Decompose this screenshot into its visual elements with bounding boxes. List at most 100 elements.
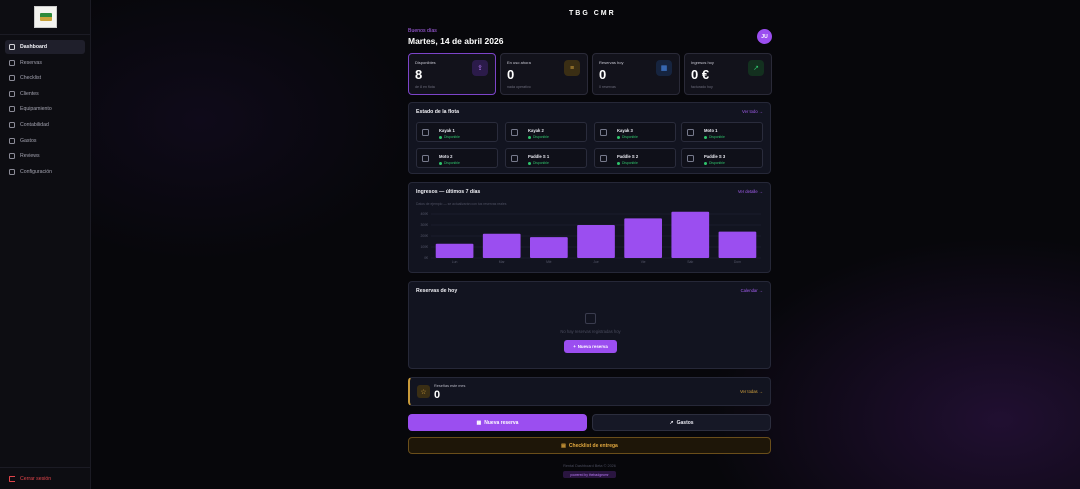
bar[interactable] — [482, 233, 521, 258]
kayak-icon — [511, 129, 518, 136]
logout-button[interactable]: Cerrar sesión — [9, 476, 51, 482]
clipboard-icon — [9, 75, 15, 82]
list-icon: ≡ — [564, 60, 580, 76]
fleet-name: Kayak 1 — [439, 128, 455, 133]
stat-sub: 0 reservas — [599, 85, 616, 89]
reviews-card: ☆ Reseñas este mes 0 Ver todas → — [408, 377, 771, 406]
bar[interactable] — [577, 225, 615, 258]
status-dot — [439, 161, 442, 165]
status-label: Disponible — [444, 161, 460, 165]
expenses-button[interactable]: ↗ Gastos — [592, 414, 771, 431]
reviews-count: 0 — [434, 389, 441, 401]
calendar-link[interactable]: Calendar → — [741, 288, 763, 293]
stat-sub: nada operativo — [507, 85, 531, 89]
bar[interactable] — [624, 218, 662, 258]
stat-card-available[interactable]: Disponibles 8 de 8 en flota ⇪ — [408, 53, 496, 95]
y-tick-label: 0€ — [424, 256, 428, 260]
bar[interactable] — [530, 237, 568, 258]
bar[interactable] — [435, 243, 474, 258]
income-chart-card: Ingresos — últimos 7 días Ver detalle → … — [408, 182, 771, 273]
card-title: Reservas de hoy — [416, 288, 458, 294]
reviews-view-all-link[interactable]: Ver todas → — [740, 389, 763, 394]
paddle-icon — [687, 155, 694, 162]
fleet-item[interactable]: Moto 2 Disponible — [416, 148, 498, 168]
button-label: Gastos — [676, 419, 694, 426]
bar[interactable] — [718, 231, 757, 258]
powered-by-badge[interactable]: powered by thebadgecmr — [563, 471, 616, 478]
empty-state-text: No hay reservas registradas hoy — [560, 329, 621, 334]
kayak-icon — [600, 129, 607, 136]
reviews-label: Reseñas este mes — [434, 384, 466, 388]
sidebar-item-label: Checklist — [20, 75, 42, 82]
sidebar-item-contabilidad[interactable]: Contabilidad — [5, 118, 85, 132]
status-dot — [617, 161, 620, 165]
stat-label: Ingresos hoy — [691, 60, 714, 65]
new-reservation-primary-button[interactable]: ▦ Nueva reserva — [408, 414, 587, 431]
button-label: Nueva reserva — [484, 419, 519, 426]
users-icon — [9, 90, 15, 97]
delivery-checklist-button[interactable]: ▤ Checklist de entrega — [408, 437, 771, 454]
fleet-item[interactable]: Kayak 1 Disponible — [416, 122, 498, 142]
fleet-item[interactable]: Paddle S 1 Disponible — [505, 148, 587, 168]
stat-label: En uso ahora — [507, 60, 531, 65]
x-tick-label: Sáb — [687, 260, 693, 264]
stat-card-bookings-today[interactable]: Reservas hoy 0 0 reservas ▦ — [592, 53, 680, 95]
new-reservation-button[interactable]: + Nueva reserva — [564, 340, 617, 353]
x-tick-label: Dom — [734, 260, 741, 264]
plus-icon: + — [573, 344, 576, 349]
trend-icon: ↗ — [669, 419, 674, 426]
sidebar-item-dashboard[interactable]: Dashboard — [5, 40, 85, 54]
divider — [0, 467, 91, 468]
sidebar-item-label: Clientes — [20, 90, 39, 97]
status-dot — [704, 135, 707, 139]
fleet-view-all-link[interactable]: Ver todo → — [742, 109, 763, 114]
greeting: Buenos días — [408, 28, 437, 34]
fleet-status: Disponible — [528, 161, 549, 165]
calendar-icon: ▦ — [476, 419, 482, 426]
sidebar-item-label: Gastos — [20, 137, 37, 144]
stat-card-income-today[interactable]: Ingresos hoy 0 € facturado hoy ↗ — [684, 53, 772, 95]
fleet-name: Moto 1 — [704, 128, 718, 133]
stat-card-in-use[interactable]: En uso ahora 0 nada operativo ≡ — [500, 53, 588, 95]
fleet-status: Disponible — [617, 161, 638, 165]
sidebar-item-label: Configuración — [20, 168, 53, 175]
clipboard-icon: ▤ — [561, 442, 566, 449]
fleet-item[interactable]: Paddle S 2 Disponible — [594, 148, 676, 168]
fleet-name: Paddle S 1 — [528, 154, 550, 159]
x-tick-label: Vie — [641, 260, 646, 264]
sidebar-item-checklist[interactable]: Checklist — [5, 71, 85, 85]
paddle-icon — [511, 155, 518, 162]
fleet-status: Disponible — [439, 135, 460, 139]
status-label: Disponible — [709, 161, 725, 165]
fleet-item[interactable]: Kayak 3 Disponible — [594, 122, 676, 142]
fleet-name: Moto 2 — [439, 154, 453, 159]
logout-label: Cerrar sesión — [20, 476, 52, 482]
status-label: Disponible — [709, 135, 725, 139]
fleet-item[interactable]: Kayak 2 Disponible — [505, 122, 587, 142]
sidebar-item-reviews[interactable]: Reviews — [5, 149, 85, 163]
button-label: Nueva reserva — [577, 344, 608, 349]
fleet-name: Kayak 2 — [528, 128, 544, 133]
logout-icon — [9, 476, 15, 482]
sidebar-item-reservas[interactable]: Reservas — [5, 56, 85, 70]
company-logo[interactable] — [34, 6, 57, 28]
sidebar-item-clientes[interactable]: Clientes — [5, 87, 85, 101]
moto-icon — [687, 129, 694, 136]
stat-value: 0 — [507, 67, 515, 82]
fleet-name: Paddle S 3 — [704, 154, 726, 159]
upload-icon: ⇪ — [472, 60, 488, 76]
page-title: Martes, 14 de abril 2026 — [408, 36, 504, 46]
gear-icon — [9, 168, 15, 175]
fleet-status: Disponible — [704, 161, 725, 165]
sidebar-item-configuracion[interactable]: Configuración — [5, 165, 85, 179]
fleet-item[interactable]: Paddle S 3 Disponible — [681, 148, 763, 168]
status-label: Disponible — [533, 135, 549, 139]
sidebar-item-gastos[interactable]: Gastos — [5, 134, 85, 148]
sidebar-item-label: Reviews — [20, 153, 40, 160]
avatar[interactable]: JU — [757, 29, 772, 44]
bar[interactable] — [671, 211, 710, 258]
fleet-item[interactable]: Moto 1 Disponible — [681, 122, 763, 142]
x-tick-label: Lun — [452, 260, 458, 264]
status-label: Disponible — [444, 135, 460, 139]
sidebar-item-equipamiento[interactable]: Equipamiento — [5, 102, 85, 116]
